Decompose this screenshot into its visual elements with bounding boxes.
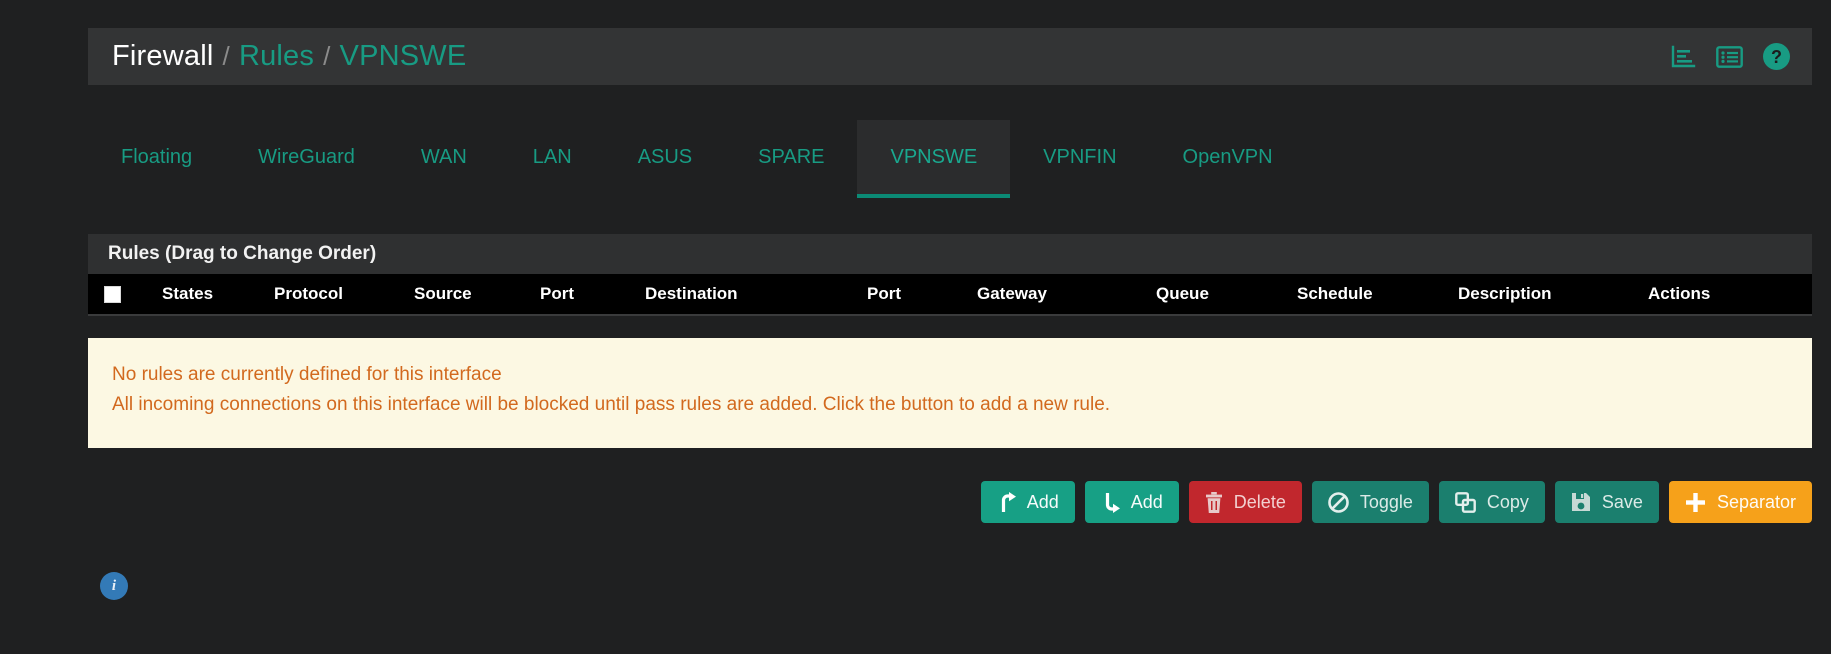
copy-icon bbox=[1454, 491, 1476, 513]
panel-title: Rules (Drag to Change Order) bbox=[108, 243, 377, 264]
breadcrumb-current-interface[interactable]: VPNSWE bbox=[340, 40, 467, 73]
rules-panel: Rules (Drag to Change Order) States Prot… bbox=[88, 234, 1812, 316]
arrow-down-icon bbox=[1101, 492, 1120, 513]
breadcrumb-link-rules[interactable]: Rules bbox=[239, 40, 314, 73]
tab-lan[interactable]: LAN bbox=[500, 120, 605, 198]
firewall-rules-page: Firewall / Rules / VPNSWE ? Floating Wir… bbox=[0, 0, 1831, 654]
list-icon[interactable] bbox=[1716, 45, 1743, 69]
add-rule-bottom-label: Add bbox=[1130, 491, 1163, 512]
alert-line-1: No rules are currently defined for this … bbox=[112, 364, 502, 385]
breadcrumb-root: Firewall bbox=[112, 40, 214, 72]
add-rule-top-label: Add bbox=[1026, 491, 1059, 512]
column-states[interactable]: States bbox=[162, 274, 274, 316]
tab-vpnfin[interactable]: VPNFIN bbox=[1010, 120, 1149, 198]
table-header-row: States Protocol Source Port Destination … bbox=[88, 274, 1812, 316]
select-all-column bbox=[88, 274, 162, 316]
tab-spare[interactable]: SPARE bbox=[725, 120, 857, 198]
column-gateway[interactable]: Gateway bbox=[977, 274, 1156, 316]
breadcrumb-separator-1: / bbox=[222, 41, 230, 71]
column-description[interactable]: Description bbox=[1458, 274, 1648, 316]
column-destination[interactable]: Destination bbox=[645, 274, 867, 316]
breadcrumb-separator-2: / bbox=[323, 41, 331, 71]
info-icon[interactable]: i bbox=[100, 572, 128, 600]
add-rule-top-button[interactable]: Add bbox=[980, 481, 1075, 523]
column-port-destination[interactable]: Port bbox=[867, 274, 977, 316]
column-port-source[interactable]: Port bbox=[540, 274, 645, 316]
tab-openvpn[interactable]: OpenVPN bbox=[1150, 120, 1306, 198]
add-rule-bottom-button[interactable]: Add bbox=[1084, 481, 1179, 523]
trash-icon bbox=[1205, 491, 1223, 513]
save-label: Save bbox=[1601, 491, 1643, 512]
column-queue[interactable]: Queue bbox=[1156, 274, 1297, 316]
column-protocol[interactable]: Protocol bbox=[274, 274, 414, 316]
tab-wireguard[interactable]: WireGuard bbox=[225, 120, 388, 198]
separator-label: Separator bbox=[1716, 491, 1796, 512]
tab-asus[interactable]: ASUS bbox=[605, 120, 725, 198]
help-icon[interactable]: ? bbox=[1763, 43, 1790, 70]
statistics-icon[interactable] bbox=[1670, 45, 1696, 69]
save-button[interactable]: Save bbox=[1554, 481, 1659, 523]
plus-icon bbox=[1685, 492, 1706, 513]
tab-vpnswe[interactable]: VPNSWE bbox=[857, 120, 1011, 198]
breadcrumb: Firewall / Rules / VPNSWE bbox=[112, 40, 466, 73]
tab-floating[interactable]: Floating bbox=[88, 120, 225, 198]
copy-label: Copy bbox=[1486, 491, 1529, 512]
tab-wan[interactable]: WAN bbox=[388, 120, 500, 198]
separator-button[interactable]: Separator bbox=[1668, 481, 1812, 523]
rules-action-buttons: Add Add Delete Toggle Copy Save Separato… bbox=[980, 481, 1812, 523]
delete-label: Delete bbox=[1233, 491, 1286, 512]
delete-button[interactable]: Delete bbox=[1188, 481, 1302, 523]
header-icon-group: ? bbox=[1670, 43, 1790, 70]
toggle-button[interactable]: Toggle bbox=[1311, 481, 1429, 523]
page-header: Firewall / Rules / VPNSWE ? bbox=[88, 28, 1812, 85]
save-icon bbox=[1571, 492, 1591, 512]
interface-tabs: Floating WireGuard WAN LAN ASUS SPARE VP… bbox=[88, 120, 1812, 198]
toggle-label: Toggle bbox=[1359, 491, 1413, 512]
select-all-checkbox[interactable] bbox=[104, 286, 121, 304]
rules-table: States Protocol Source Port Destination … bbox=[88, 274, 1812, 316]
arrow-up-icon bbox=[997, 491, 1016, 513]
ban-icon bbox=[1328, 491, 1349, 513]
alert-line-2: All incoming connections on this interfa… bbox=[112, 394, 1111, 415]
column-source[interactable]: Source bbox=[414, 274, 540, 316]
column-schedule[interactable]: Schedule bbox=[1297, 274, 1458, 316]
column-actions: Actions bbox=[1648, 274, 1812, 316]
rules-panel-heading: Rules (Drag to Change Order) bbox=[88, 234, 1812, 274]
copy-button[interactable]: Copy bbox=[1438, 481, 1545, 523]
no-rules-alert: No rules are currently defined for this … bbox=[88, 338, 1812, 448]
